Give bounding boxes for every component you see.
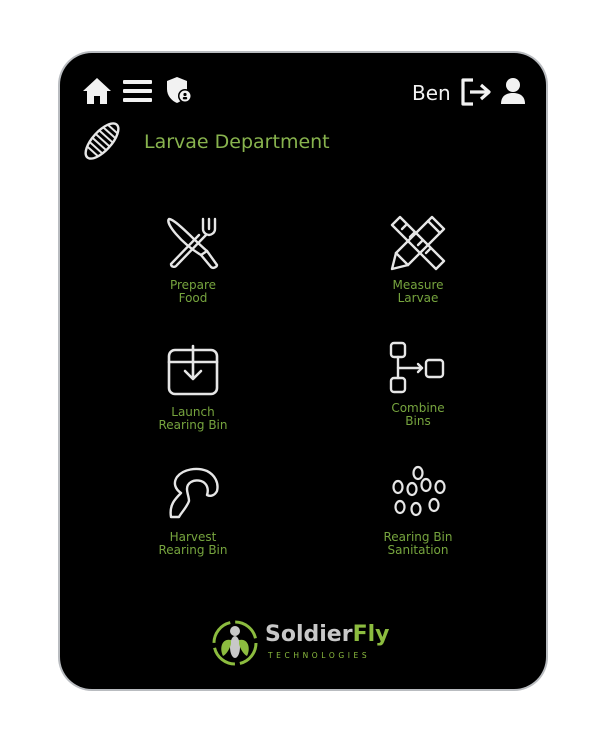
tile-label: Prepare Food bbox=[169, 278, 217, 305]
tile-measure-larvae[interactable]: Measure Larvae bbox=[343, 213, 493, 305]
ruler-pencil-icon bbox=[390, 215, 446, 271]
shield-user-icon[interactable] bbox=[166, 76, 193, 104]
brand-subtitle: TECHNOLOGIES bbox=[268, 651, 371, 660]
soldier-fly-icon bbox=[212, 620, 258, 666]
hook-icon bbox=[169, 467, 219, 519]
tile-harvest-rearing-bin[interactable]: Harvest Rearing Bin bbox=[118, 465, 268, 557]
logout-icon[interactable] bbox=[460, 78, 493, 106]
username-label: Ben bbox=[412, 81, 451, 105]
brand-name-part1: Soldier bbox=[265, 622, 353, 647]
droplets-icon bbox=[392, 465, 446, 517]
tile-rearing-bin-sanitation[interactable]: Rearing Bin Sanitation bbox=[343, 465, 493, 557]
tile-label: Rearing Bin Sanitation bbox=[383, 530, 453, 557]
tile-label: Harvest Rearing Bin bbox=[158, 530, 228, 557]
department-title: Larvae Department bbox=[144, 131, 330, 153]
home-icon[interactable] bbox=[82, 77, 112, 105]
user-icon[interactable] bbox=[500, 77, 526, 105]
tile-label: Measure Larvae bbox=[392, 278, 444, 305]
knife-fork-icon bbox=[167, 217, 219, 270]
flow-boxes-icon bbox=[389, 341, 445, 394]
tile-prepare-food[interactable]: Prepare Food bbox=[118, 213, 268, 305]
tile-label: Launch Rearing Bin bbox=[158, 405, 228, 432]
download-box-icon bbox=[167, 344, 219, 396]
brand-logo: SoldierFly TECHNOLOGIES bbox=[210, 616, 410, 670]
tile-label: Combine Bins bbox=[391, 401, 445, 428]
app-screen: Ben Larvae Department Prepare Food Measu… bbox=[60, 53, 546, 689]
tablet-frame: Ben Larvae Department Prepare Food Measu… bbox=[58, 51, 548, 691]
tile-combine-bins[interactable]: Combine Bins bbox=[343, 340, 493, 428]
larva-icon bbox=[84, 122, 120, 160]
tile-launch-rearing-bin[interactable]: Launch Rearing Bin bbox=[118, 340, 268, 432]
brand-name-part2: Fly bbox=[352, 622, 390, 647]
menu-icon[interactable] bbox=[123, 79, 152, 103]
top-bar: Ben bbox=[60, 53, 546, 133]
brand-name: SoldierFly bbox=[265, 622, 389, 647]
